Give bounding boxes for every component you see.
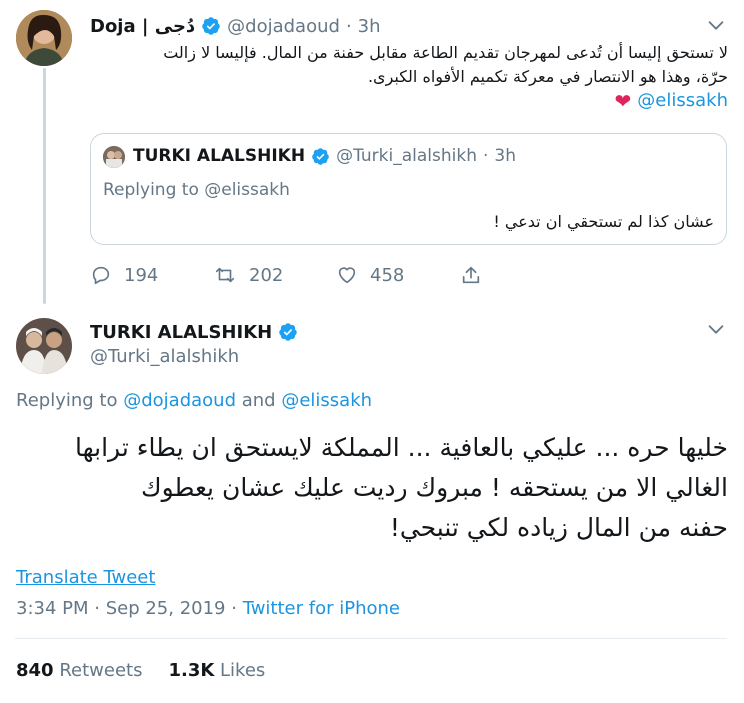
doja-header: Doja | دُجى @dojadaoud · 3h (90, 14, 381, 38)
retweets-count: 840 (16, 660, 54, 681)
share-icon (462, 266, 480, 284)
heart-emoji-icon: ❤ (614, 89, 632, 113)
doja-time[interactable]: 3h (358, 16, 381, 37)
quoted-avatar-image (103, 146, 125, 168)
turki-handle[interactable]: @Turki_alalshikh (90, 346, 239, 367)
avatar-doja[interactable] (16, 10, 72, 66)
likes-stat[interactable]: 1.3K Likes (168, 660, 265, 681)
turki-text-line2: الغالي الا من يستحقه ! مبروك رديت عليك ع… (140, 473, 728, 502)
avatar-turki[interactable] (16, 318, 72, 374)
retweet-action[interactable]: 202 (213, 264, 283, 286)
doja-mention-row: ❤ @elissakh (88, 89, 728, 113)
quoted-replying-to: Replying to @elissakh (103, 180, 290, 200)
quoted-text: عشان كذا لم تستحقي ان تدعي ! (493, 212, 714, 231)
turki-text-line3: حفنه من المال زياده لكي تنبحي! (389, 513, 728, 542)
avatar-turki-image (16, 318, 72, 374)
like-action[interactable]: 458 (336, 264, 404, 286)
retweets-label: Retweets (59, 660, 143, 681)
doja-mention-elissakh[interactable]: @elissakh (637, 89, 728, 113)
turki-text-line1: خليها حره ... عليكي بالعافية ... المملكة… (74, 433, 728, 462)
quoted-header: TURKI ALALSHIKH @Turki_alalshikh · 3h (133, 146, 516, 166)
quoted-tweet-card[interactable]: TURKI ALALSHIKH @Turki_alalshikh · 3h Re… (90, 133, 727, 245)
doja-handle[interactable]: @dojadaoud (227, 16, 340, 37)
retweet-icon (215, 267, 235, 283)
quoted-handle: @Turki_alalshikh (336, 146, 477, 166)
verified-badge-icon (312, 147, 329, 165)
doja-chevron-down-icon[interactable] (705, 14, 727, 36)
turki-author-name[interactable]: TURKI ALALSHIKH (90, 322, 272, 343)
doja-author-name[interactable]: Doja | دُجى (90, 16, 195, 37)
quoted-avatar (103, 146, 125, 168)
quoted-separator: · (482, 146, 489, 166)
divider (15, 638, 727, 639)
reply-icon (92, 266, 110, 285)
turki-replying-to: Replying to @dojadaoud and @elissakh (16, 390, 372, 411)
translate-tweet-link[interactable]: Translate Tweet (16, 567, 155, 588)
heart-icon (338, 267, 356, 284)
replying-to-elissakh[interactable]: @elissakh (281, 390, 372, 411)
share-action[interactable] (460, 264, 494, 286)
doja-text-line2: حرّة، وهذا هو الانتصار في معركة تكميم ال… (367, 67, 728, 86)
likes-label: Likes (220, 660, 266, 681)
tweet-timestamp[interactable]: 3:34 PM · Sep 25, 2019 · (16, 598, 237, 619)
verified-badge-icon (202, 17, 220, 35)
turki-chevron-down-icon[interactable] (705, 318, 727, 340)
reply-action[interactable]: 194 (90, 264, 158, 286)
verified-badge-icon (279, 323, 297, 341)
engagement-stats: 840 Retweets 1.3K Likes (16, 660, 265, 681)
doja-separator: · (345, 15, 352, 37)
tweet-source[interactable]: Twitter for iPhone (243, 598, 400, 619)
reply-count: 194 (124, 264, 159, 286)
doja-text-line1: لا تستحق إليسا أن تُدعى لمهرجان تقديم ال… (163, 43, 728, 62)
like-count: 458 (370, 264, 405, 286)
retweets-stat[interactable]: 840 Retweets (16, 660, 142, 681)
tweet-meta: 3:34 PM · Sep 25, 2019 · Twitter for iPh… (16, 598, 400, 619)
replying-to-dojadaoud[interactable]: @dojadaoud (123, 390, 236, 411)
turki-header: TURKI ALALSHIKH (90, 320, 298, 344)
likes-count: 1.3K (168, 660, 215, 681)
quoted-time: 3h (494, 146, 516, 166)
quoted-author-name: TURKI ALALSHIKH (133, 146, 306, 166)
replying-to-and: and (241, 390, 276, 411)
retweet-count: 202 (249, 264, 284, 286)
thread-line (43, 68, 46, 304)
replying-to-prefix: Replying to (16, 390, 118, 411)
avatar-doja-image (16, 10, 72, 66)
